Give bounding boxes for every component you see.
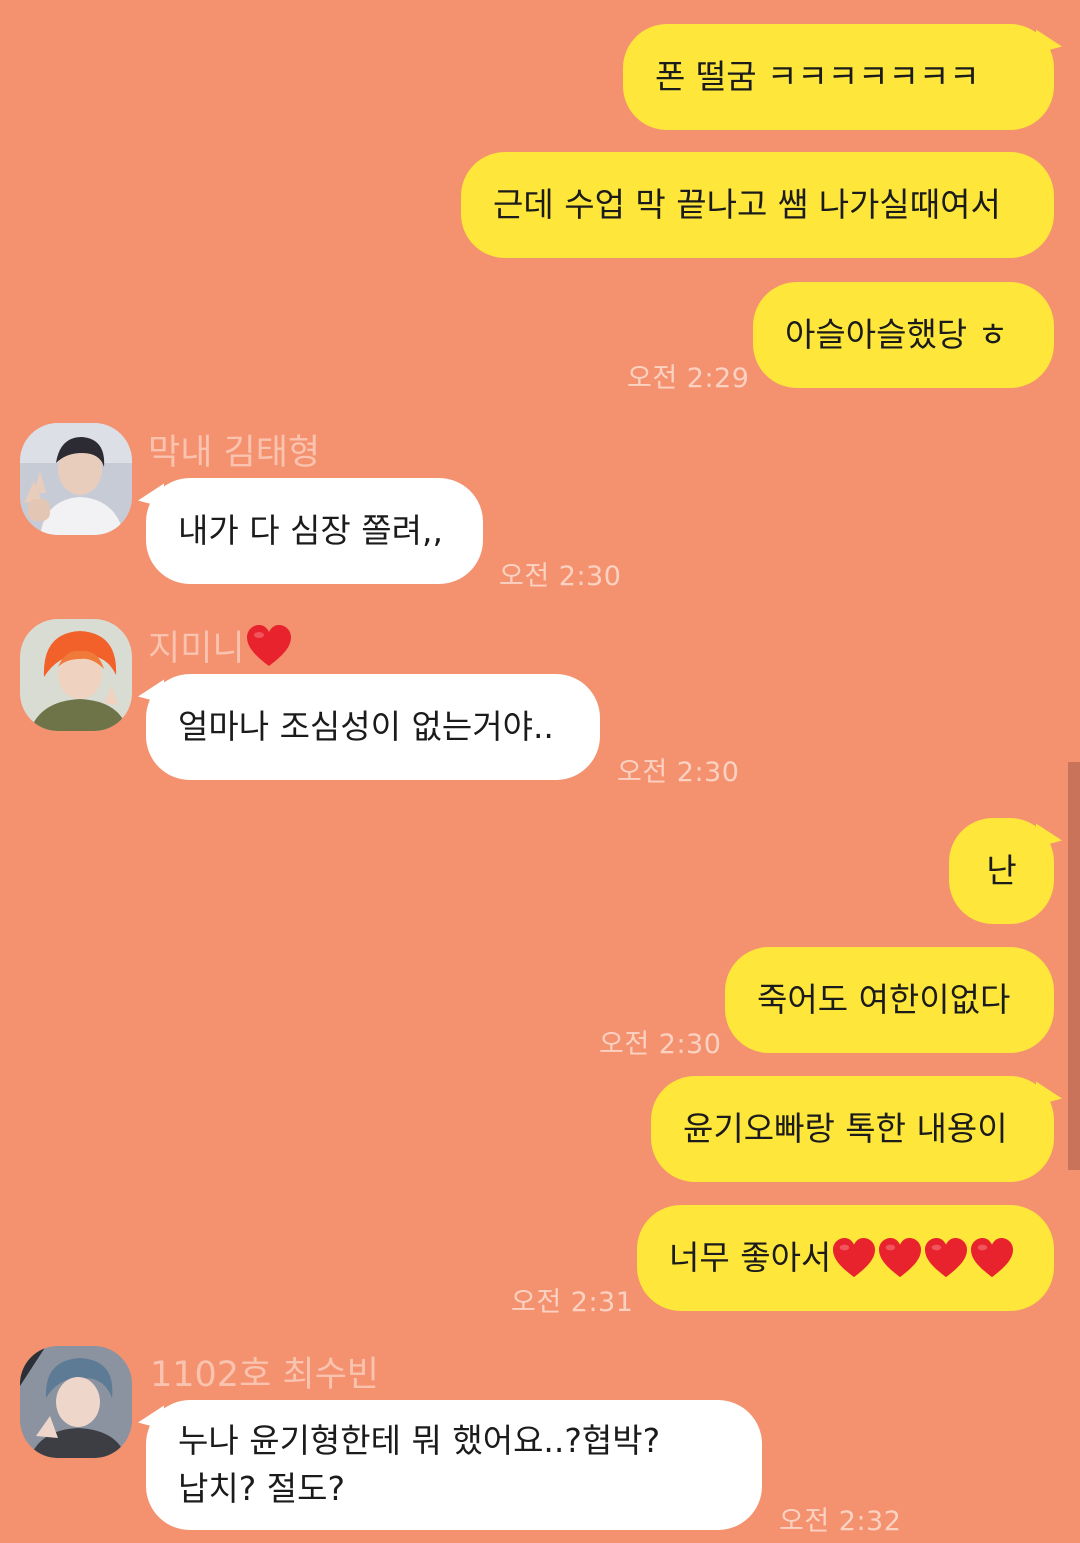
message-text: 난 [986,851,1017,890]
message-timestamp: 오전 2:29 [627,363,750,394]
chat-area[interactable]: 폰 떨굼 ㅋㅋㅋㅋㅋㅋㅋ 근데 수업 막 끝나고 쌤 나가실때여서 아슬아슬했당… [0,0,1080,1543]
message-text: 근데 수업 막 끝나고 쌤 나가실때여서 [493,185,1001,224]
message-text: 너무 좋아서 [669,1238,832,1277]
message-text: 윤기오빠랑 톡한 내용이 [683,1109,1008,1148]
avatar[interactable] [20,1346,132,1458]
profile-photo-icon [20,1346,132,1458]
avatar[interactable] [20,619,132,731]
message-text: 폰 떨굼 ㅋㅋㅋㅋㅋㅋㅋ [655,57,980,96]
heart-icon [879,1237,922,1278]
heart-icon [971,1237,1014,1278]
message-timestamp: 오전 2:30 [499,561,622,592]
message-text: 내가 다 심장 쫄려,, [178,511,443,550]
heart-icon [246,624,291,666]
sender-name: 지미니 [148,620,293,671]
my-message-bubble[interactable]: 폰 떨굼 ㅋㅋㅋㅋㅋㅋㅋ [623,24,1054,130]
profile-photo-icon [20,619,132,731]
my-message-bubble[interactable]: 근데 수업 막 끝나고 쌤 나가실때여서 [461,152,1054,258]
message-text: 아슬아슬했당 ㅎ [785,315,1009,354]
avatar[interactable] [20,423,132,535]
my-message-bubble[interactable]: 윤기오빠랑 톡한 내용이 [651,1076,1054,1182]
profile-photo-icon [20,423,132,535]
message-text: 얼마나 조심성이 없는거야.. [178,707,554,746]
heart-icon [925,1237,968,1278]
message-timestamp: 오전 2:32 [779,1506,902,1537]
heart-icon [833,1237,876,1278]
message-timestamp: 오전 2:31 [511,1287,634,1318]
their-message-bubble[interactable]: 얼마나 조심성이 없는거야.. [146,674,600,780]
message-timestamp: 오전 2:30 [617,757,740,788]
message-timestamp: 오전 2:30 [599,1029,722,1060]
sender-name: 막내 김태형 [148,433,321,473]
my-message-bubble[interactable]: 아슬아슬했당 ㅎ [753,282,1054,388]
my-message-bubble[interactable]: 난 [949,818,1054,924]
scrollbar[interactable] [1068,762,1080,1170]
their-message-bubble[interactable]: 누나 윤기형한테 뭐 했어요..?협박? 납치? 절도? [146,1400,762,1530]
my-message-bubble[interactable]: 너무 좋아서 [637,1205,1054,1311]
message-text: 누나 윤기형한테 뭐 했어요..?협박? 납치? 절도? [178,1421,661,1508]
sender-name: 1102호 최수빈 [150,1355,379,1395]
their-message-bubble[interactable]: 내가 다 심장 쫄려,, [146,478,483,584]
sender-name-text: 지미니 [148,629,245,669]
my-message-bubble[interactable]: 죽어도 여한이없다 [725,947,1054,1053]
hearts [831,1237,1015,1279]
message-text: 죽어도 여한이없다 [757,980,1011,1019]
